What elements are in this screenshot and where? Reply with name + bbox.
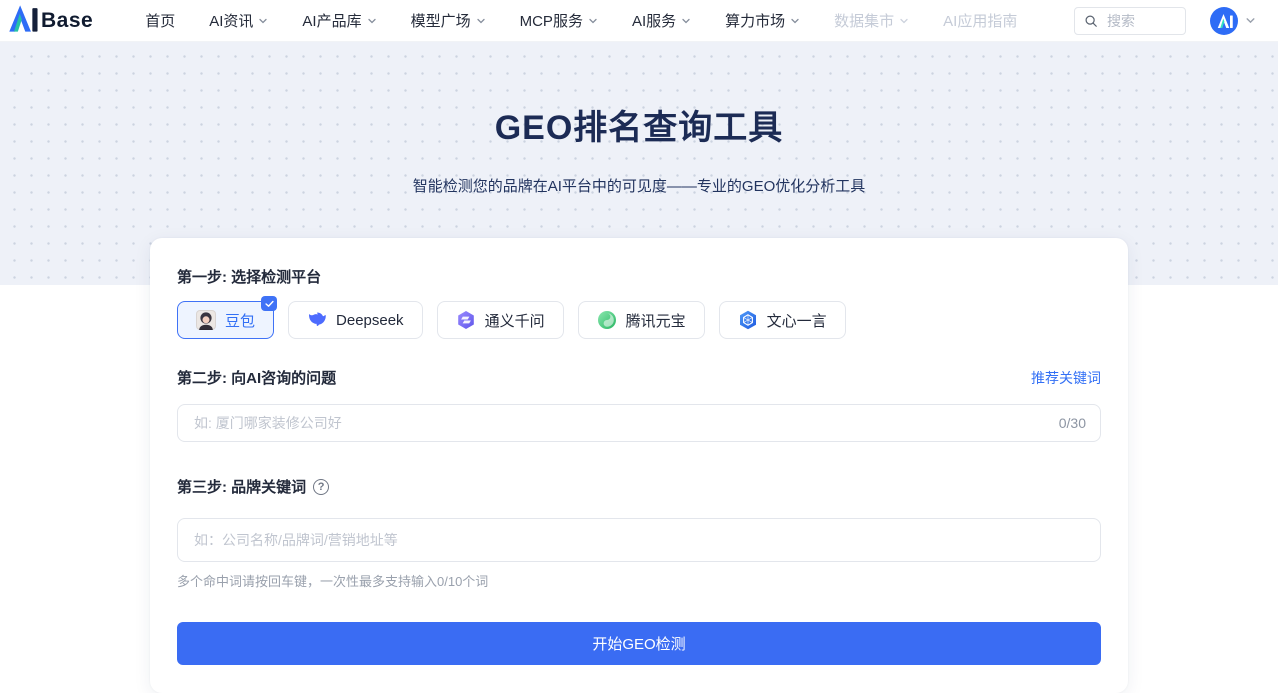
logo-icon [6, 5, 38, 37]
chevron-down-icon [681, 16, 691, 26]
question-input-wrap: 0/30 [177, 404, 1101, 442]
tongyi-icon [456, 310, 476, 330]
nav-label: AI资讯 [209, 10, 253, 31]
nav-label: 数据集市 [834, 10, 894, 31]
avatar-logo-icon [1216, 14, 1233, 28]
selected-check-icon [261, 296, 277, 311]
chevron-down-icon [1245, 15, 1256, 26]
doubao-icon [196, 310, 216, 330]
logo-text: Base [41, 9, 93, 33]
nav-label: 模型广场 [411, 10, 471, 31]
step3-row: 第三步: 品牌关键词 ? [177, 476, 1101, 497]
search-input[interactable] [1105, 12, 1169, 30]
avatar[interactable] [1210, 7, 1238, 35]
chevron-down-icon [367, 16, 377, 26]
nav-label: AI应用指南 [943, 10, 1017, 31]
help-icon[interactable]: ? [313, 479, 329, 495]
nav-label: MCP服务 [520, 10, 583, 31]
platform-label: 腾讯元宝 [626, 310, 686, 331]
site-logo[interactable]: Base [6, 5, 93, 37]
platform-label: 通义千问 [485, 310, 545, 331]
chevron-down-icon [476, 16, 486, 26]
platform-label: 文心一言 [767, 310, 827, 331]
nav-label: 首页 [145, 10, 175, 31]
nav-item-compute-market[interactable]: 算力市场 [725, 10, 800, 31]
yuanbao-icon [597, 310, 617, 330]
platform-tongyi-qianwen[interactable]: 通义千问 [437, 301, 564, 339]
search-box[interactable] [1074, 7, 1186, 35]
nav-item-ai-services[interactable]: AI服务 [632, 10, 691, 31]
start-geo-check-button[interactable]: 开始GEO检测 [177, 622, 1101, 665]
platform-label: 豆包 [225, 310, 255, 331]
platform-label: Deepseek [336, 312, 404, 329]
recommend-keywords-link[interactable]: 推荐关键词 [1031, 368, 1101, 388]
nav-item-ai-products[interactable]: AI产品库 [302, 10, 376, 31]
nav-label: 算力市场 [725, 10, 785, 31]
brand-input-wrap [177, 518, 1101, 562]
platform-list: 豆包 Deepseek 通义千问 [177, 301, 1101, 339]
nav-item-model-plaza[interactable]: 模型广场 [411, 10, 486, 31]
wenxin-icon [738, 310, 758, 330]
nav-label: AI产品库 [302, 10, 361, 31]
question-input[interactable] [192, 414, 1049, 432]
brand-keywords-input[interactable] [192, 531, 1086, 549]
chevron-down-icon [899, 16, 909, 26]
step2-row: 第二步: 向AI咨询的问题 推荐关键词 [177, 367, 1101, 388]
nav-menu: 首页 AI资讯 AI产品库 模型广场 MCP服务 AI服务 算力市场 数据集市 [145, 10, 1017, 31]
platform-tencent-yuanbao[interactable]: 腾讯元宝 [578, 301, 705, 339]
geo-tool-card: 第一步: 选择检测平台 豆包 Deepseek [150, 238, 1128, 693]
nav-item-ai-news[interactable]: AI资讯 [209, 10, 268, 31]
nav-label: AI服务 [632, 10, 676, 31]
page-title: GEO排名查询工具 [0, 100, 1278, 149]
nav-item-ai-app-guide[interactable]: AI应用指南 [943, 10, 1017, 31]
question-char-counter: 0/30 [1059, 415, 1086, 431]
deepseek-icon [307, 310, 327, 330]
search-icon [1084, 14, 1098, 28]
nav-item-mcp-services[interactable]: MCP服务 [520, 10, 598, 31]
card-wrapper: 第一步: 选择检测平台 豆包 Deepseek [0, 285, 1278, 693]
chevron-down-icon [588, 16, 598, 26]
step1-label: 第一步: 选择检测平台 [177, 266, 1101, 287]
nav-item-home[interactable]: 首页 [145, 10, 175, 31]
step3-label: 第三步: 品牌关键词 [177, 476, 306, 497]
chevron-down-icon [258, 16, 268, 26]
step2-label: 第二步: 向AI咨询的问题 [177, 367, 336, 388]
top-navbar: Base 首页 AI资讯 AI产品库 模型广场 MCP服务 AI服务 算力市场 [0, 0, 1278, 42]
platform-deepseek[interactable]: Deepseek [288, 301, 423, 339]
chevron-down-icon [790, 16, 800, 26]
page-subtitle: 智能检测您的品牌在AI平台中的可见度——专业的GEO优化分析工具 [0, 175, 1278, 196]
nav-item-data-market[interactable]: 数据集市 [834, 10, 909, 31]
platform-doubao[interactable]: 豆包 [177, 301, 274, 339]
platform-wenxin-yiyan[interactable]: 文心一言 [719, 301, 846, 339]
user-menu[interactable] [1210, 7, 1256, 35]
brand-input-hint: 多个命中词请按回车键，一次性最多支持输入0/10个词 [177, 571, 1101, 590]
